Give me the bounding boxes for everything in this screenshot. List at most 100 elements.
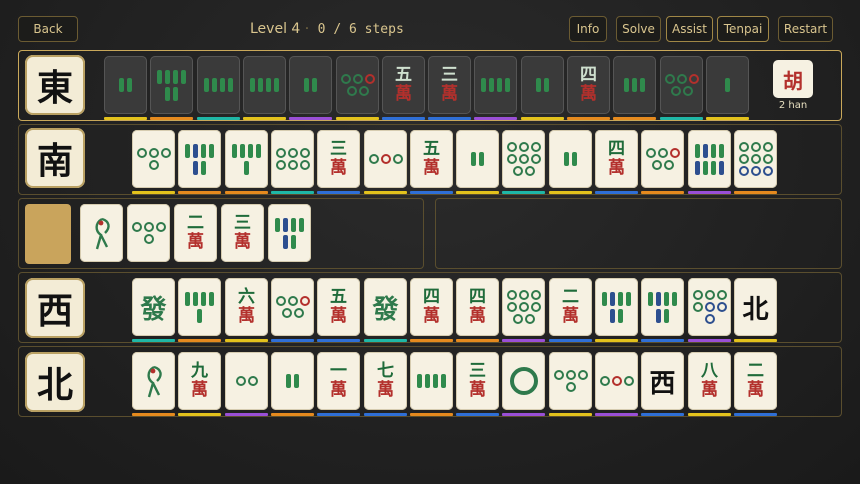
tile[interactable]: 三萬: [456, 352, 499, 410]
tile-suit: 萬: [377, 380, 394, 400]
tile-rank: 三: [234, 213, 251, 233]
tile[interactable]: [268, 204, 311, 262]
tile[interactable]: [104, 56, 147, 114]
bamboo-icon: [182, 291, 218, 323]
tile-group-marker: [132, 339, 175, 342]
tile-group-marker: [567, 117, 610, 120]
tile[interactable]: [474, 56, 517, 114]
tile[interactable]: [271, 130, 314, 188]
tenpai-button[interactable]: Tenpai: [717, 16, 769, 42]
tile[interactable]: [641, 130, 684, 188]
assist-button[interactable]: Assist: [666, 16, 713, 42]
tile[interactable]: 一萬: [317, 352, 360, 410]
tile[interactable]: 四萬: [456, 278, 499, 336]
tile-group-marker: [595, 339, 638, 342]
tile-group-marker: [688, 339, 731, 342]
tile-group-marker: [613, 117, 656, 120]
tile-rank: 三: [441, 65, 458, 85]
tile-rank: 八: [701, 361, 718, 381]
tile[interactable]: 西: [641, 352, 684, 410]
tile[interactable]: [243, 56, 286, 114]
win-tile-hu[interactable]: 胡: [773, 60, 813, 98]
tile-group-marker: [456, 413, 499, 416]
tile[interactable]: 四萬: [567, 56, 610, 114]
tile[interactable]: [289, 56, 332, 114]
tile[interactable]: 二萬: [734, 352, 777, 410]
tile-rank: 四: [608, 139, 625, 159]
tile[interactable]: [271, 278, 314, 336]
tile[interactable]: 五萬: [382, 56, 425, 114]
tile-group-marker: [502, 339, 545, 342]
tile[interactable]: [549, 352, 592, 410]
level-status: Level 4 · 0 / 6 steps: [250, 21, 404, 37]
circle-icon: [691, 290, 729, 324]
tile[interactable]: 四萬: [595, 130, 638, 188]
tile[interactable]: [549, 130, 592, 188]
tile[interactable]: 三萬: [428, 56, 471, 114]
tile[interactable]: [660, 56, 703, 114]
tile[interactable]: [706, 56, 749, 114]
tile[interactable]: 七萬: [364, 352, 407, 410]
tile[interactable]: [613, 56, 656, 114]
tile[interactable]: [132, 130, 175, 188]
honor-glyph: 發: [140, 294, 167, 325]
bamboo-icon: [617, 78, 653, 92]
tile[interactable]: [734, 130, 777, 188]
tile[interactable]: [132, 352, 175, 410]
tile[interactable]: [336, 56, 379, 114]
tile[interactable]: [80, 204, 123, 262]
tile[interactable]: 八萬: [688, 352, 731, 410]
tile[interactable]: [521, 56, 564, 114]
tile-group-marker: [132, 191, 175, 194]
tile[interactable]: [502, 278, 545, 336]
tile[interactable]: [178, 130, 221, 188]
info-button[interactable]: Info: [569, 16, 607, 42]
tile[interactable]: [410, 352, 453, 410]
tile[interactable]: [127, 204, 170, 262]
tile[interactable]: 三萬: [317, 130, 360, 188]
tile[interactable]: [225, 352, 268, 410]
tile-suit: 萬: [469, 380, 486, 400]
tile-suit: 萬: [191, 380, 208, 400]
tile[interactable]: [150, 56, 193, 114]
tile[interactable]: 發: [364, 278, 407, 336]
tile[interactable]: 三萬: [221, 204, 264, 262]
tile[interactable]: [595, 278, 638, 336]
tile[interactable]: 五萬: [410, 130, 453, 188]
tile-suit: 萬: [580, 84, 597, 104]
separator: ·: [304, 21, 310, 37]
tile[interactable]: 六萬: [225, 278, 268, 336]
tile[interactable]: [502, 130, 545, 188]
tile[interactable]: [595, 352, 638, 410]
tile[interactable]: [364, 130, 407, 188]
wind-east: 東: [25, 55, 85, 115]
circle-icon: [505, 142, 543, 176]
tile[interactable]: 四萬: [410, 278, 453, 336]
tile[interactable]: 發: [132, 278, 175, 336]
bamboo-icon: [201, 78, 237, 92]
tile[interactable]: 九萬: [178, 352, 221, 410]
tile-rank: 九: [191, 361, 208, 381]
tile[interactable]: 二萬: [174, 204, 217, 262]
tile-group-marker: [428, 117, 471, 120]
bamboo-icon: [478, 78, 514, 92]
tile[interactable]: [271, 352, 314, 410]
solve-button[interactable]: Solve: [616, 16, 661, 42]
tile[interactable]: 北: [734, 278, 777, 336]
tile[interactable]: [197, 56, 240, 114]
tile[interactable]: [502, 352, 545, 410]
tile[interactable]: [641, 278, 684, 336]
tile[interactable]: [688, 130, 731, 188]
tile[interactable]: [178, 278, 221, 336]
honor-glyph: 發: [372, 294, 399, 325]
tile-suit: 萬: [330, 380, 347, 400]
tile[interactable]: [456, 130, 499, 188]
back-button[interactable]: Back: [18, 16, 78, 42]
tile[interactable]: [688, 278, 731, 336]
tile-group-marker: [660, 117, 703, 120]
steps-counter: 0 / 6 steps: [317, 22, 404, 37]
tile[interactable]: 五萬: [317, 278, 360, 336]
tile[interactable]: 二萬: [549, 278, 592, 336]
tile[interactable]: [225, 130, 268, 188]
restart-button[interactable]: Restart: [778, 16, 833, 42]
